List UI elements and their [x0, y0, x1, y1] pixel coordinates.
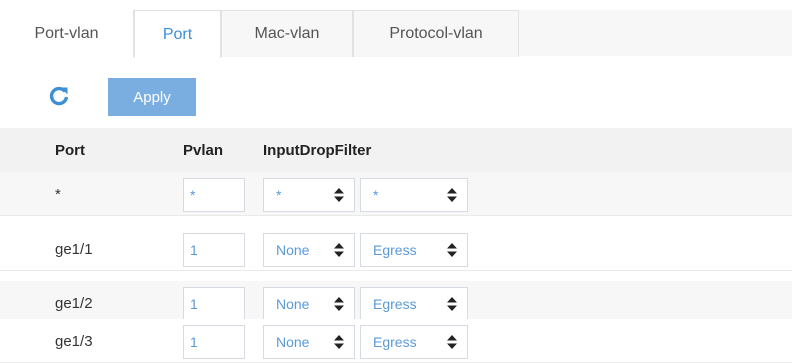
input-drop-filter-select[interactable]: * — [263, 178, 355, 212]
apply-button[interactable]: Apply — [108, 78, 196, 116]
tab-protocol-vlan-label: Protocol-vlan — [389, 25, 483, 42]
select-value: None — [276, 242, 310, 258]
tab-port[interactable]: Port — [134, 10, 221, 58]
input-drop-filter-select[interactable]: None — [263, 287, 355, 321]
refresh-icon[interactable] — [48, 85, 70, 107]
updown-arrow-icon — [447, 297, 457, 311]
tab-mac-vlan-label: Mac-vlan — [254, 25, 320, 42]
select-value: Egress — [373, 242, 417, 258]
input-drop-filter-select[interactable]: None — [263, 325, 355, 359]
tab-bar-filler — [519, 10, 792, 56]
updown-arrow-icon — [334, 188, 344, 202]
port-name: ge1/3 — [55, 333, 93, 350]
column-header-port: Port — [55, 142, 85, 159]
egress-filter-select[interactable]: Egress — [360, 233, 468, 267]
select-value: * — [373, 187, 379, 203]
updown-arrow-icon — [447, 188, 457, 202]
tab-protocol-vlan[interactable]: Protocol-vlan — [353, 10, 519, 57]
tab-port-label: Port — [162, 25, 193, 43]
pvlan-input[interactable] — [183, 287, 245, 321]
table-row: ge1/3 None Egress — [0, 319, 792, 363]
select-value: None — [276, 334, 310, 350]
pvlan-input[interactable] — [183, 325, 245, 359]
tab-port-vlan-label: Port-vlan — [34, 24, 99, 42]
input-drop-filter-select[interactable]: None — [263, 233, 355, 267]
select-value: Egress — [373, 334, 417, 350]
tab-port-vlan[interactable]: Port-vlan — [0, 10, 134, 57]
pvlan-input[interactable] — [183, 233, 245, 267]
pvlan-input[interactable] — [183, 178, 245, 212]
table-row: * * * — [0, 172, 792, 216]
updown-arrow-icon — [334, 335, 344, 349]
column-header-pvlan: Pvlan — [183, 142, 224, 159]
toolbar: Apply — [0, 72, 792, 116]
port-name: ge1/1 — [55, 241, 93, 258]
select-value: Egress — [373, 296, 417, 312]
updown-arrow-icon — [334, 297, 344, 311]
table-row: ge1/1 None Egress — [0, 227, 792, 271]
tab-mac-vlan[interactable]: Mac-vlan — [221, 10, 353, 57]
updown-arrow-icon — [447, 243, 457, 257]
egress-filter-select[interactable]: Egress — [360, 287, 468, 321]
column-header-input-drop-filter: InputDropFilter — [263, 142, 372, 159]
table-header: Port Pvlan InputDropFilter — [0, 128, 792, 172]
egress-filter-select[interactable]: * — [360, 178, 468, 212]
select-value: None — [276, 296, 310, 312]
updown-arrow-icon — [334, 243, 344, 257]
egress-filter-select[interactable]: Egress — [360, 325, 468, 359]
select-value: * — [276, 187, 282, 203]
updown-arrow-icon — [447, 335, 457, 349]
tab-bar: Port-vlan Port Mac-vlan Protocol-vlan — [0, 0, 792, 58]
port-name: ge1/2 — [55, 295, 93, 312]
port-name: * — [55, 186, 61, 203]
